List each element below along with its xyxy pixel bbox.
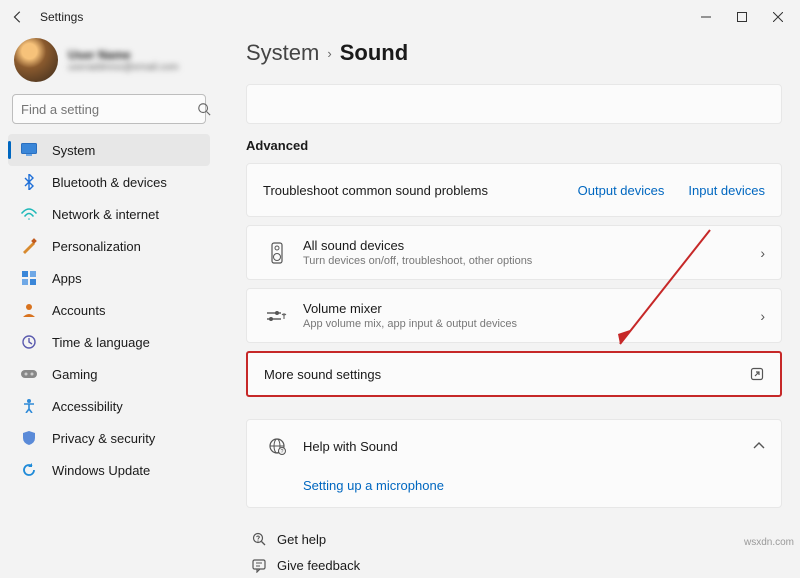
time-icon [20,333,38,351]
more-sound-settings-card[interactable]: More sound settings [246,351,782,397]
sidebar-item-privacy[interactable]: Privacy & security [8,422,210,454]
sidebar-item-bluetooth[interactable]: Bluetooth & devices [8,166,210,198]
sidebar-item-label: Apps [52,271,82,286]
search-input[interactable] [21,102,197,117]
breadcrumb-parent[interactable]: System [246,40,319,66]
sidebar-item-accounts[interactable]: Accounts [8,294,210,326]
sidebar-item-label: Bluetooth & devices [52,175,167,190]
window-title: Settings [40,10,83,24]
sidebar-item-label: Personalization [52,239,141,254]
sidebar-item-label: Windows Update [52,463,150,478]
breadcrumb-sep: › [327,46,331,61]
update-icon [20,461,38,479]
row-title: Volume mixer [303,301,760,316]
sidebar-item-network[interactable]: Network & internet [8,198,210,230]
titlebar: Settings [0,0,800,34]
foot-label: Get help [277,532,326,547]
profile-block[interactable]: User Name useraddress@email.com [8,34,210,94]
sidebar-item-label: Time & language [52,335,150,350]
svg-text:?: ? [281,449,284,455]
search-icon [197,102,211,116]
row-title: More sound settings [264,367,750,382]
privacy-icon [20,429,38,447]
chevron-right-icon: › [760,308,765,324]
avatar [14,38,58,82]
sidebar-item-accessibility[interactable]: Accessibility [8,390,210,422]
row-sub: Turn devices on/off, troubleshoot, other… [303,255,760,267]
profile-email: useraddress@email.com [68,62,179,73]
profile-name: User Name [68,48,179,62]
sidebar-item-personalization[interactable]: Personalization [8,230,210,262]
help-link-mic[interactable]: Setting up a microphone [303,478,444,493]
accounts-icon [20,301,38,319]
sidebar-item-gaming[interactable]: Gaming [8,358,210,390]
sidebar-item-update[interactable]: Windows Update [8,454,210,486]
network-icon [20,205,38,223]
sidebar-item-apps[interactable]: Apps [8,262,210,294]
help-card: ? Help with Sound Setting up a microphon… [246,419,782,508]
accessibility-icon [20,397,38,415]
sidebar: User Name useraddress@email.com System B… [0,34,216,578]
section-advanced-header: Advanced [246,138,782,153]
watermark: wsxdn.com [744,537,794,548]
gaming-icon [20,365,38,383]
help-icon [252,532,267,547]
troubleshoot-title: Troubleshoot common sound problems [263,183,578,198]
content-area: System › Sound Advanced Troubleshoot com… [216,34,800,578]
feedback-icon [252,558,267,573]
troubleshoot-output-link[interactable]: Output devices [578,183,665,198]
sidebar-item-label: Privacy & security [52,431,155,446]
foot-label: Give feedback [277,558,360,573]
sidebar-item-label: Accounts [52,303,105,318]
system-icon [20,141,38,159]
row-title: All sound devices [303,238,760,253]
give-feedback-link[interactable]: Give feedback [252,552,782,578]
row-sub: App volume mix, app input & output devic… [303,318,760,330]
window-maximize[interactable] [724,3,760,31]
chevron-up-icon [753,442,765,450]
troubleshoot-card: Troubleshoot common sound problems Outpu… [246,163,782,217]
volume-mixer-card[interactable]: Volume mixer App volume mix, app input &… [246,288,782,343]
personalization-icon [20,237,38,255]
globe-help-icon: ? [263,437,291,455]
sidebar-item-system[interactable]: System [8,134,210,166]
help-header[interactable]: ? Help with Sound [247,420,781,472]
sidebar-item-label: Accessibility [52,399,123,414]
troubleshoot-input-link[interactable]: Input devices [688,183,765,198]
nav-list: System Bluetooth & devices Network & int… [8,134,210,486]
bluetooth-icon [20,173,38,191]
mixer-icon [263,309,291,323]
speaker-icon [263,242,291,264]
apps-icon [20,269,38,287]
search-box[interactable] [12,94,206,124]
all-sound-devices-card[interactable]: All sound devices Turn devices on/off, t… [246,225,782,280]
chevron-right-icon: › [760,245,765,261]
sidebar-item-time[interactable]: Time & language [8,326,210,358]
sidebar-item-label: Network & internet [52,207,159,222]
collapsed-card[interactable] [246,84,782,124]
window-close[interactable] [760,3,796,31]
window-minimize[interactable] [688,3,724,31]
row-title: Help with Sound [303,439,753,454]
get-help-link[interactable]: Get help [252,526,782,552]
footer-links: Get help Give feedback [246,526,782,578]
back-button[interactable] [4,3,32,31]
open-external-icon [750,367,764,381]
sidebar-item-label: Gaming [52,367,98,382]
page-title: Sound [340,40,408,66]
breadcrumb: System › Sound [246,40,782,66]
sidebar-item-label: System [52,143,95,158]
